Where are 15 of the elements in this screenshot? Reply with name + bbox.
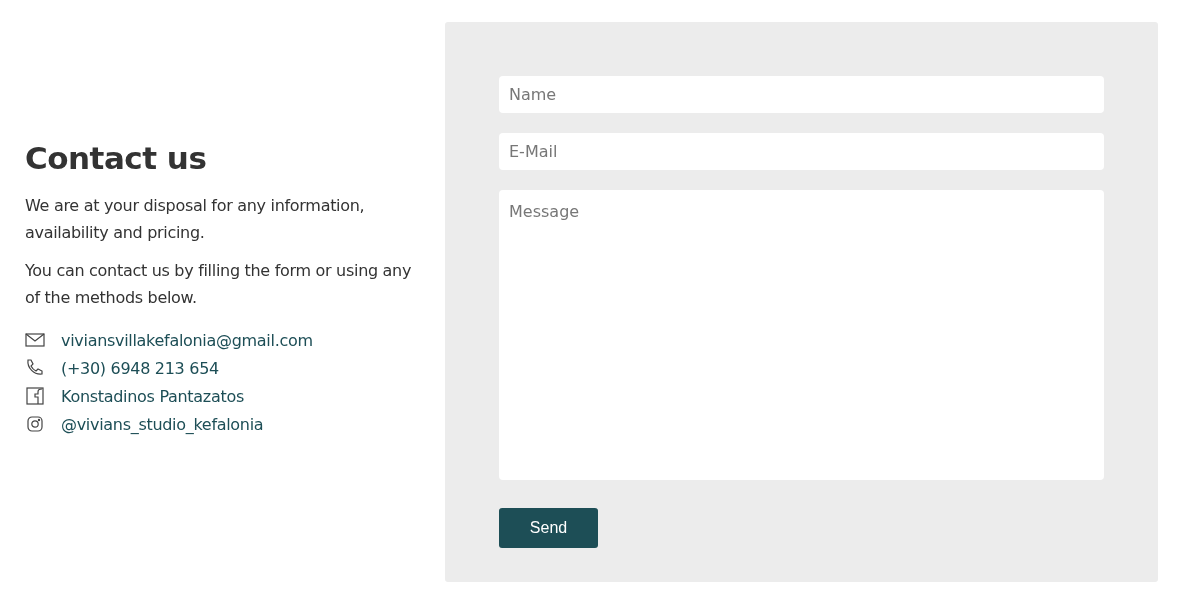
input-field[interactable]: Name <box>499 76 1104 113</box>
intro-paragraph: You can contact us by filling the form or using any of the methods below. <box>25 260 413 309</box>
contact-link[interactable]: Konstadinos Pantazatos <box>61 386 244 406</box>
input-field[interactable]: E-Mail <box>499 133 1104 170</box>
envelope-icon <box>25 330 45 350</box>
intro-paragraph: We are at your disposal for any information, availability and pricing. <box>25 195 366 244</box>
instagram-icon <box>25 414 45 434</box>
send-button[interactable]: Send <box>499 508 598 548</box>
contact-heading: Contact us <box>25 140 208 176</box>
contact-link[interactable]: (+30) 6948 213 654 <box>61 358 219 378</box>
message-field[interactable]: Message <box>499 190 1104 480</box>
phone-icon <box>25 358 45 378</box>
contact-link[interactable]: @vivians_studio_kefalonia <box>61 414 264 434</box>
contact-link[interactable]: viviansvillakefalonia@gmail.com <box>61 330 313 350</box>
facebook-icon <box>25 386 45 406</box>
